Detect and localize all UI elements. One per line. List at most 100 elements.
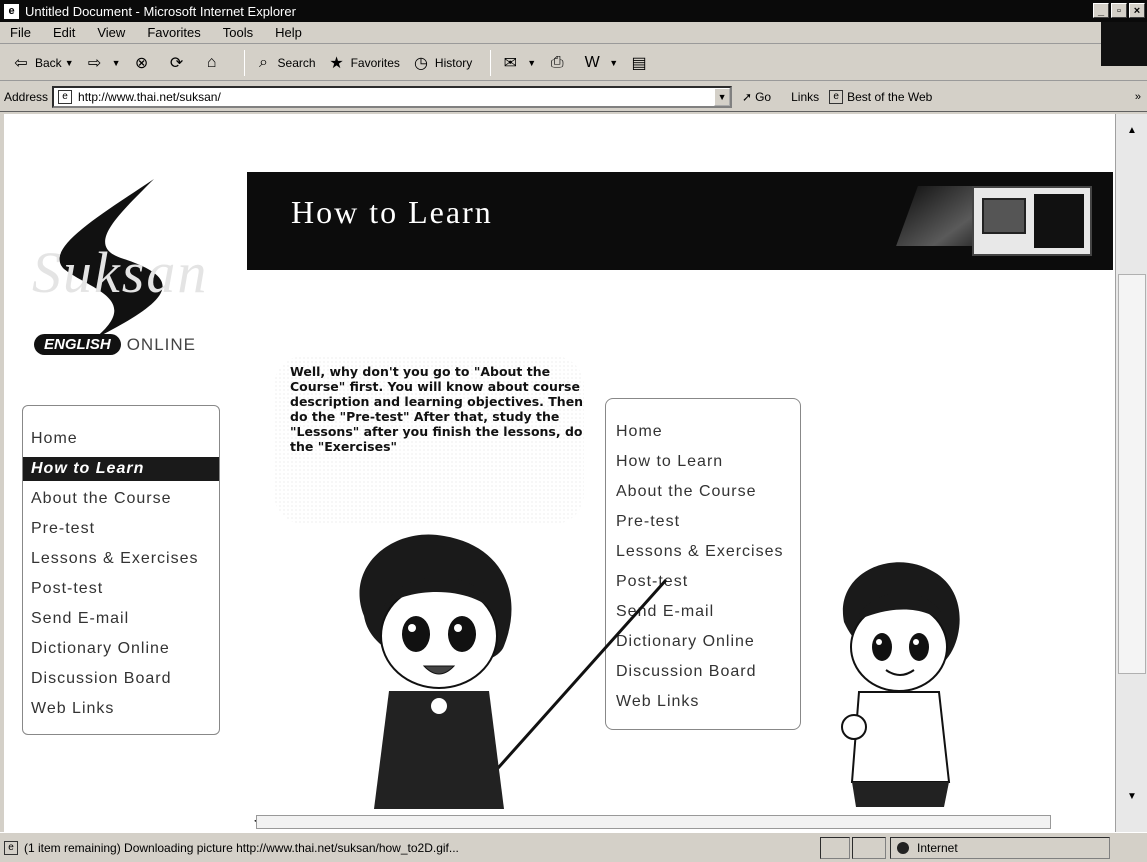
history-label: History <box>434 55 473 70</box>
menu-tools[interactable]: Tools <box>223 25 253 40</box>
home-button[interactable]: ⌂ <box>201 52 226 74</box>
search-button[interactable]: ⌕ Search <box>253 52 316 74</box>
page-icon: e <box>58 89 73 104</box>
security-zone: Internet <box>890 837 1110 859</box>
right-nav-item[interactable]: Post-test <box>606 567 800 597</box>
menu-file[interactable]: File <box>10 25 31 40</box>
left-nav-item[interactable]: About the Course <box>23 484 219 514</box>
chevron-down-icon[interactable]: ▼ <box>112 58 121 68</box>
address-input[interactable]: e http://www.thai.net/suksan/ ▼ <box>52 85 733 108</box>
page-banner: How to Learn <box>247 172 1113 270</box>
left-nav-item[interactable]: Post-test <box>23 574 219 604</box>
left-nav-item[interactable]: Send E-mail <box>23 604 219 634</box>
computer-image <box>972 186 1092 256</box>
search-icon: ⌕ <box>259 53 269 71</box>
right-nav-item[interactable]: Pre-test <box>606 507 800 537</box>
right-nav-item[interactable]: About the Course <box>606 477 800 507</box>
chevron-down-icon[interactable]: ▼ <box>527 58 536 68</box>
ie-icon: e <box>4 3 19 19</box>
left-nav-item[interactable]: Pre-test <box>23 514 219 544</box>
discuss-icon: ▤ <box>631 54 647 72</box>
address-url[interactable]: http://www.thai.net/suksan/ <box>78 90 221 104</box>
page-content: Suksan ENGLISH ONLINE How to Learn Home … <box>4 114 1115 809</box>
left-nav-item-active[interactable]: How to Learn <box>23 457 219 481</box>
menu-help[interactable]: Help <box>275 25 302 40</box>
links-label[interactable]: Links <box>791 90 819 104</box>
links-bar: Links e Best of the Web <box>791 89 932 104</box>
mail-button[interactable]: ✉ ▼ <box>499 52 537 74</box>
favorites-label: Favorites <box>350 55 400 70</box>
left-nav-item[interactable]: Lessons & Exercises <box>23 544 219 574</box>
history-icon: ◷ <box>413 54 428 72</box>
right-nav-item[interactable]: Lessons & Exercises <box>606 537 800 567</box>
menu-view[interactable]: View <box>97 25 125 40</box>
scroll-down-icon[interactable]: ▼ <box>1122 786 1142 806</box>
status-text: (1 item remaining) Downloading picture h… <box>24 840 459 855</box>
english-pill: ENGLISH <box>34 334 121 355</box>
address-label: Address <box>4 89 49 104</box>
forward-arrow-icon: ⇨ <box>87 54 102 72</box>
refresh-icon: ⟳ <box>169 54 184 72</box>
zone-label: Internet <box>917 841 958 855</box>
mail-icon: ✉ <box>503 54 517 72</box>
left-nav-menu: Home How to Learn About the Course Pre-t… <box>22 405 220 735</box>
speech-text: Well, why don't you go to "About the Cou… <box>290 364 584 454</box>
toolbar: ⇦ Back ▼ ⇨ ▼ ⊗ ⟳ ⌂ ⌕ Search ★ Favorites … <box>0 45 1147 81</box>
vertical-scrollbar[interactable]: ▲ ▼ <box>1115 114 1147 832</box>
right-nav-item[interactable]: Web Links <box>606 687 800 717</box>
home-icon: ⌂ <box>206 53 217 71</box>
chevron-down-icon[interactable]: ▼ <box>714 87 731 106</box>
discuss-button[interactable]: ▤ <box>628 52 653 74</box>
chevron-down-icon[interactable]: ▼ <box>65 58 74 68</box>
right-nav-item[interactable]: Dictionary Online <box>606 627 800 657</box>
address-bar: Address e http://www.thai.net/suksan/ ▼ … <box>0 82 1147 112</box>
edit-word-button[interactable]: W ▼ <box>581 52 618 74</box>
history-button[interactable]: ◷ History <box>410 52 472 74</box>
close-button[interactable]: × <box>1129 3 1145 18</box>
back-label: Back <box>35 55 62 70</box>
more-links-icon[interactable]: » <box>1135 91 1141 103</box>
left-nav-item[interactable]: Home <box>23 424 219 454</box>
page-title: How to Learn <box>291 194 493 230</box>
favorites-button[interactable]: ★ Favorites <box>326 52 400 74</box>
search-label: Search <box>277 55 316 70</box>
left-nav-item[interactable]: Discussion Board <box>23 664 219 694</box>
page-icon: e <box>4 840 18 855</box>
tower-shape <box>1034 194 1084 248</box>
menu-favorites[interactable]: Favorites <box>147 25 200 40</box>
go-button[interactable]: ➚ Go <box>742 90 771 104</box>
stop-button[interactable]: ⊗ <box>131 52 156 74</box>
scrollbar-thumb[interactable] <box>1118 274 1146 674</box>
right-nav-item[interactable]: Home <box>606 417 800 447</box>
refresh-button[interactable]: ⟳ <box>166 52 191 74</box>
print-icon: ⎙ <box>550 53 564 71</box>
word-icon: W <box>584 53 600 71</box>
stop-icon: ⊗ <box>134 54 149 72</box>
back-arrow-icon: ⇦ <box>14 54 28 72</box>
left-nav-item[interactable]: Dictionary Online <box>23 634 219 664</box>
scroll-up-icon[interactable]: ▲ <box>1122 120 1142 140</box>
print-button[interactable]: ⎙ <box>546 52 571 74</box>
maximize-button[interactable]: ▫ <box>1111 3 1127 18</box>
back-button[interactable]: ⇦ Back ▼ <box>10 52 74 74</box>
right-nav-item[interactable]: Discussion Board <box>606 657 800 687</box>
forward-button[interactable]: ⇨ ▼ <box>84 52 121 74</box>
horizontal-scroll-track[interactable] <box>256 815 1051 829</box>
horizontal-scrollbar[interactable]: ◀ <box>4 809 1115 832</box>
menu-edit[interactable]: Edit <box>53 25 75 40</box>
go-arrow-icon: ➚ <box>742 89 753 104</box>
toolbar-separator <box>243 49 245 76</box>
favorites-icon: ★ <box>329 54 344 72</box>
window-title: Untitled Document - Microsoft Internet E… <box>25 3 296 19</box>
toolbar-separator <box>490 49 492 76</box>
right-nav-item[interactable]: Send E-mail <box>606 597 800 627</box>
right-nav-menu: Home How to Learn About the Course Pre-t… <box>605 398 801 730</box>
chevron-down-icon[interactable]: ▼ <box>609 58 618 68</box>
right-nav-item[interactable]: How to Learn <box>606 447 800 477</box>
minimize-button[interactable]: _ <box>1093 3 1109 18</box>
monitor-shape <box>982 198 1026 234</box>
left-nav-item[interactable]: Web Links <box>23 694 219 724</box>
boy-character-image <box>841 562 960 807</box>
best-of-web-link[interactable]: Best of the Web <box>847 90 932 104</box>
title-bar: e Untitled Document - Microsoft Internet… <box>0 0 1147 22</box>
